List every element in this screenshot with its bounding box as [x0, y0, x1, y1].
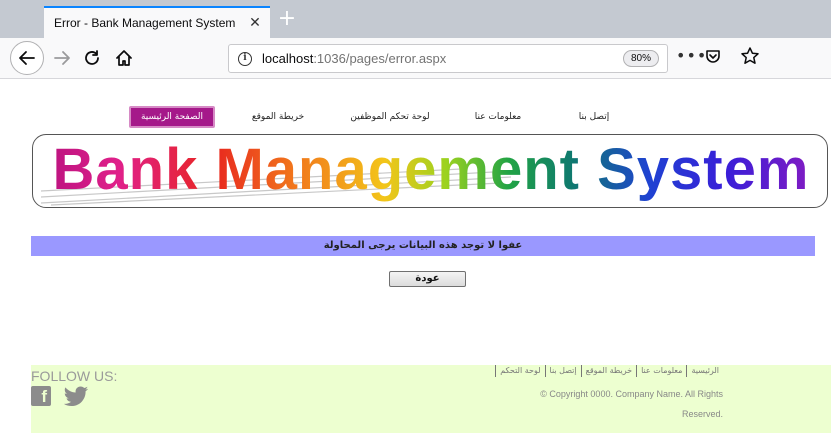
zoom-level-badge[interactable]: 80%	[622, 50, 659, 67]
copyright-text: © Copyright 0000. Company Name. All Righ…	[471, 384, 723, 424]
bookmark-star-icon[interactable]	[740, 46, 760, 70]
menu-item-sitemap[interactable]: خريطة الموقع	[240, 106, 316, 128]
browser-tab[interactable]: Error - Bank Management System ✕	[44, 6, 270, 38]
pocket-icon[interactable]	[704, 48, 722, 70]
back-button[interactable]	[10, 41, 44, 75]
home-button[interactable]	[108, 42, 140, 74]
error-message: عفوا لا توجد هذه البيانات يرجى المحاولة	[31, 236, 815, 256]
menu-item-contact[interactable]: إتصل بنا	[562, 106, 626, 128]
site-banner: Bank Management System	[32, 134, 828, 208]
url-path: :1036/pages/error.aspx	[313, 51, 447, 66]
url-bar[interactable]: i localhost:1036/pages/error.aspx 80%	[228, 44, 668, 73]
reload-icon	[85, 50, 99, 65]
footer-link-about[interactable]: معلومات عنا	[636, 365, 686, 377]
tab-strip-background	[260, 2, 831, 14]
page-content: الصفحة الرئيسية خريطة الموقع لوحة تحكم ا…	[0, 80, 831, 433]
url-text[interactable]: localhost:1036/pages/error.aspx	[262, 51, 446, 66]
follow-us-label: FOLLOW US:	[31, 368, 118, 384]
footer-link-contact[interactable]: إتصل بنا	[544, 365, 581, 377]
info-icon[interactable]: i	[238, 51, 252, 66]
back-arrow-icon	[19, 51, 35, 65]
copyright-line-2: Reserved.	[681, 409, 723, 419]
new-tab-button[interactable]: +	[276, 8, 298, 32]
back-page-button[interactable]: عودة	[389, 271, 466, 287]
footer: FOLLOW US: f الرئيسية معلومات عنا خريطة …	[31, 365, 831, 433]
copyright-line-1: © Copyright 0000. Company Name. All Righ…	[540, 389, 723, 399]
menu-item-home[interactable]: الصفحة الرئيسية	[129, 106, 215, 128]
page-actions-icon[interactable]: •••	[676, 48, 707, 64]
home-icon	[116, 50, 132, 66]
menu-item-about[interactable]: معلومات عنا	[466, 106, 530, 128]
close-tab-icon[interactable]: ✕	[244, 12, 266, 34]
navigation-toolbar: i localhost:1036/pages/error.aspx 80% ••…	[0, 38, 831, 79]
footer-links: الرئيسية معلومات عنا خريطة الموقع إتصل ب…	[491, 365, 723, 377]
twitter-icon[interactable]	[61, 386, 91, 408]
menu-item-employee-panel[interactable]: لوحة تحكم الموظفين	[340, 106, 440, 128]
url-host: localhost	[262, 51, 314, 66]
forward-button[interactable]	[46, 42, 78, 74]
footer-link-sitemap[interactable]: خريطة الموقع	[580, 365, 636, 377]
reload-button[interactable]	[76, 42, 108, 74]
forward-arrow-icon	[54, 51, 70, 65]
banner-title: Bank Management System	[41, 136, 821, 204]
tab-title: Error - Bank Management System	[54, 16, 236, 30]
footer-link-control-panel[interactable]: لوحة التحكم	[495, 365, 544, 377]
tab-strip: Error - Bank Management System ✕ +	[0, 0, 831, 38]
facebook-icon[interactable]: f	[31, 386, 51, 406]
footer-link-home[interactable]: الرئيسية	[686, 365, 723, 377]
